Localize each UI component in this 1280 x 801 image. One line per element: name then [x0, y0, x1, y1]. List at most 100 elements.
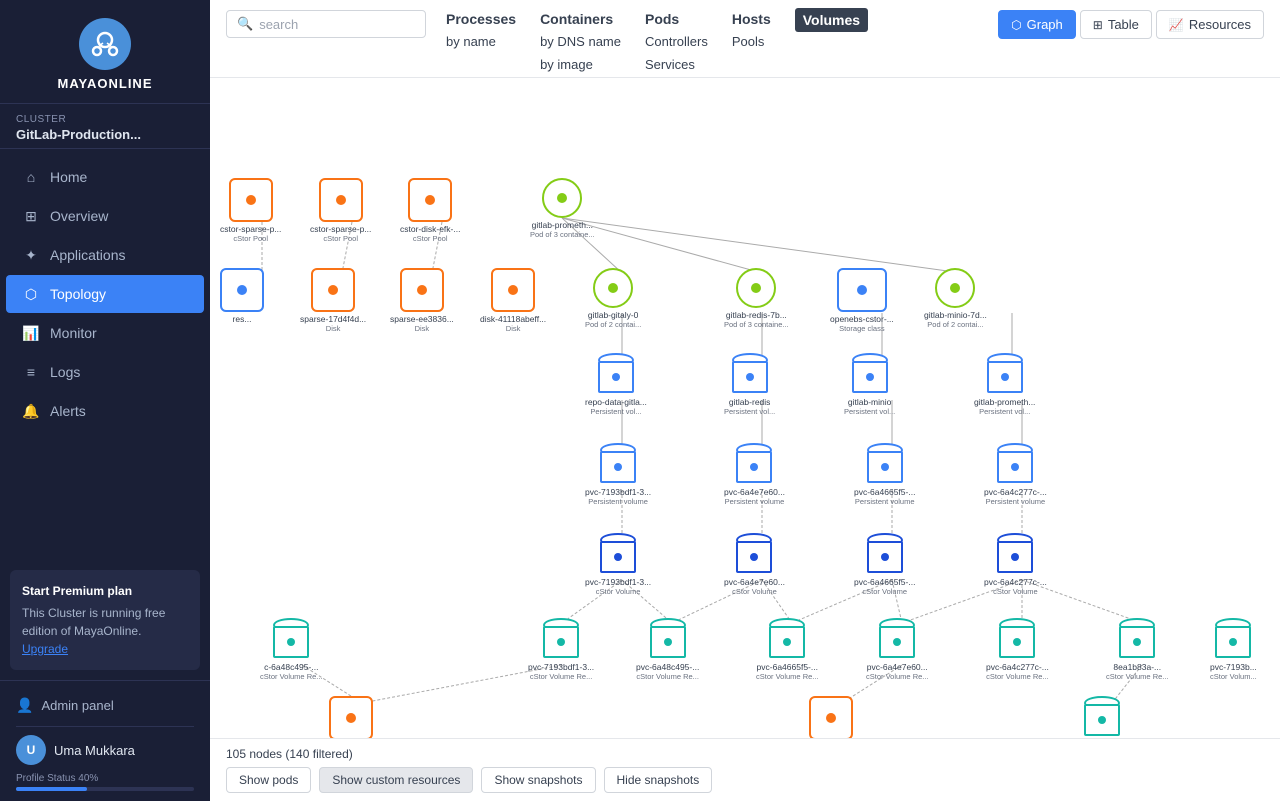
graph-view-button[interactable]: ⬡ Graph — [998, 10, 1076, 39]
hosts-top[interactable]: Hosts — [732, 8, 771, 31]
search-box[interactable]: 🔍 search — [226, 10, 426, 38]
node-gitlab-gitaly[interactable]: gitlab-gitaly-0 Pod of 2 contai... — [585, 268, 641, 329]
node-pvc-6a4e-cstor[interactable]: pvc-6a4e7e60... cStor Volume — [724, 533, 785, 596]
cluster-name: GitLab-Production... — [16, 127, 194, 142]
sidebar-item-applications-label: Applications — [50, 247, 126, 263]
premium-body: This Cluster is running free edition of … — [22, 604, 188, 640]
premium-title: Start Premium plan — [22, 582, 188, 600]
alerts-icon: 🔔 — [22, 402, 40, 420]
node-pvc-6a46-cstor[interactable]: pvc-6a4665f5-... cStor Volume — [854, 533, 915, 596]
node-pvc-6a4c-r4[interactable]: pvc-6a4c277c-... Persistent volume — [984, 443, 1047, 506]
node-pvc-8ea1b83a[interactable]: pvc-8ea1b83a-... cStor Volume Re... — [1070, 696, 1134, 738]
node-replica-7193[interactable]: pvc-7193bdf1-3... cStor Volume Re... — [528, 618, 594, 681]
show-pods-button[interactable]: Show pods — [226, 767, 311, 793]
node-repo-data[interactable]: repo-data-gitla... Persistent vol... — [585, 353, 647, 416]
user-name: Uma Mukkara — [54, 743, 135, 758]
pods-controllers[interactable]: Controllers — [645, 31, 708, 54]
node-cstor-disk-gitla1[interactable]: cstor-disk-gitla... cStor Pool — [320, 696, 382, 738]
table-btn-label: Table — [1108, 17, 1139, 32]
cluster-info: Cluster GitLab-Production... — [0, 104, 210, 149]
sidebar-item-topology[interactable]: ⬡ Topology — [6, 275, 204, 313]
main-content: 🔍 search Processes by name Containers by… — [210, 0, 1280, 801]
node-replica-6a4c[interactable]: pvc-6a4c277c-... cStor Volume Re... — [986, 618, 1049, 681]
node-disk-41118[interactable]: disk-41118abeff... Disk — [480, 268, 546, 333]
node-replica-6a48[interactable]: c-6a48c495-... cStor Volume Re... — [260, 618, 323, 681]
graph-canvas: cstor-sparse-p... cStor Pool cstor-spars… — [210, 78, 1280, 738]
admin-panel-item[interactable]: 👤 Admin panel — [16, 691, 194, 720]
show-snapshots-button[interactable]: Show snapshots — [481, 767, 595, 793]
cluster-label: Cluster — [16, 114, 194, 125]
admin-icon: 👤 — [16, 697, 33, 714]
node-sparse-17d[interactable]: sparse-17d4f4d... Disk — [300, 268, 366, 333]
upgrade-link[interactable]: Upgrade — [22, 642, 68, 656]
bottom-buttons: Show pods Show custom resources Show sna… — [226, 767, 1264, 793]
node-pvc-6a46-r4[interactable]: pvc-6a4665f5-... Persistent volume — [854, 443, 915, 506]
topology-nav-menu: Processes by name Containers by DNS name… — [446, 8, 998, 77]
hosts-col: Hosts Pools — [732, 8, 771, 54]
node-pvc-6a4c-cstor[interactable]: pvc-6a4c277c-... cStor Volume — [984, 533, 1047, 596]
node-replica-6a48-2[interactable]: pvc-6a48c495-... cStor Volume Re... — [636, 618, 699, 681]
sidebar-item-overview[interactable]: ⊞ Overview — [6, 197, 204, 235]
node-gitlab-prom-pv[interactable]: gitlab-prometh... Persistent vol... — [974, 353, 1035, 416]
node-cstor-sparse2[interactable]: cstor-sparse-p... cStor Pool — [310, 178, 371, 243]
sidebar-item-home[interactable]: ⌂ Home — [6, 158, 204, 196]
node-cstor-sparse1[interactable]: cstor-sparse-p... cStor Pool — [220, 178, 281, 243]
profile-progress-bar — [16, 787, 194, 791]
profile-status-label: Profile Status 40% — [16, 773, 194, 784]
bottom-bar: 105 nodes (140 filtered) Show pods Show … — [210, 738, 1280, 801]
pods-top[interactable]: Pods — [645, 8, 708, 31]
hide-snapshots-button[interactable]: Hide snapshots — [604, 767, 713, 793]
node-cstor-disk-gitla2[interactable]: cstor-disk-gitla... cStor Pool — [800, 696, 862, 738]
resources-btn-label: Resources — [1189, 17, 1251, 32]
processes-top[interactable]: Processes — [446, 8, 516, 31]
resources-btn-icon: 📈 — [1169, 18, 1184, 32]
node-gitlab-redis-7b[interactable]: gitlab-redis-7b... Pod of 3 containe... — [724, 268, 789, 329]
containers-image[interactable]: by image — [540, 54, 621, 77]
node-sparse-ee3[interactable]: sparse-ee3836... Disk — [390, 268, 454, 333]
view-buttons: ⬡ Graph ⊞ Table 📈 Resources — [998, 10, 1264, 39]
node-pvc-7193-cstor[interactable]: pvc-7193bdf1-3... cStor Volume — [585, 533, 651, 596]
node-replica-6a4e[interactable]: pvc-6a4e7e60... cStor Volume Re... — [866, 618, 929, 681]
pods-services[interactable]: Services — [645, 54, 708, 77]
premium-callout: Start Premium plan This Cluster is runni… — [10, 570, 200, 670]
node-gitlab-prom1[interactable]: gitlab-prometh... Pod of 3 containe... — [530, 178, 595, 239]
node-res[interactable]: res... — [220, 268, 264, 324]
sidebar-item-logs[interactable]: ≡ Logs — [6, 353, 204, 391]
hosts-pools[interactable]: Pools — [732, 31, 771, 54]
node-pvc-6a4e-r4[interactable]: pvc-6a4e7e60... Persistent volume — [724, 443, 785, 506]
show-custom-resources-button[interactable]: Show custom resources — [319, 767, 473, 793]
containers-dns[interactable]: by DNS name — [540, 31, 621, 54]
node-pvc-7193-r4[interactable]: pvc-7193bdf1-3... Persistent volume — [585, 443, 651, 506]
logo-icon — [79, 18, 131, 70]
node-replica-7193-2[interactable]: pvc-7193b... cStor Volum... — [1210, 618, 1257, 681]
volumes-top[interactable]: Volumes — [795, 8, 868, 32]
containers-top[interactable]: Containers — [540, 8, 621, 31]
volumes-col: Volumes — [795, 8, 868, 32]
node-gitlab-redis-pv[interactable]: gitlab-redis Persistent vol... — [724, 353, 775, 416]
sidebar-item-home-label: Home — [50, 169, 87, 185]
sidebar-item-monitor[interactable]: 📊 Monitor — [6, 314, 204, 352]
monitor-icon: 📊 — [22, 324, 40, 342]
processes-col: Processes by name — [446, 8, 516, 54]
node-openebs-cstor[interactable]: openebs-cstor-... Storage class — [830, 268, 894, 333]
sidebar-item-alerts-label: Alerts — [50, 403, 86, 419]
resources-view-button[interactable]: 📈 Resources — [1156, 10, 1264, 39]
sidebar-item-logs-label: Logs — [50, 364, 80, 380]
containers-col: Containers by DNS name by image — [540, 8, 621, 77]
processes-byname[interactable]: by name — [446, 31, 516, 54]
sidebar-item-monitor-label: Monitor — [50, 325, 97, 341]
sidebar-bottom: 👤 Admin panel U Uma Mukkara Profile Stat… — [0, 680, 210, 801]
sidebar-item-alerts[interactable]: 🔔 Alerts — [6, 392, 204, 430]
node-gitlab-minio-7d[interactable]: gitlab-minio-7d... Pod of 2 contai... — [924, 268, 987, 329]
sidebar-item-overview-label: Overview — [50, 208, 108, 224]
table-view-button[interactable]: ⊞ Table — [1080, 10, 1152, 39]
graph-area[interactable]: cstor-sparse-p... cStor Pool cstor-spars… — [210, 78, 1280, 738]
node-replica-6a46[interactable]: pvc-6a4665f5-... cStor Volume Re... — [756, 618, 819, 681]
node-replica-8ea1[interactable]: 8ea1b83a-... cStor Volume Re... — [1106, 618, 1169, 681]
node-count: 105 nodes (140 filtered) — [226, 747, 1264, 761]
sidebar: MAYAONLINE Cluster GitLab-Production... … — [0, 0, 210, 801]
node-gitlab-minio-pv[interactable]: gitlab-minio Persistent vol... — [844, 353, 895, 416]
node-cstor-disk-efk[interactable]: cstor-disk-efk-... cStor Pool — [400, 178, 460, 243]
sidebar-item-applications[interactable]: ✦ Applications — [6, 236, 204, 274]
profile-progress-fill — [16, 787, 87, 791]
